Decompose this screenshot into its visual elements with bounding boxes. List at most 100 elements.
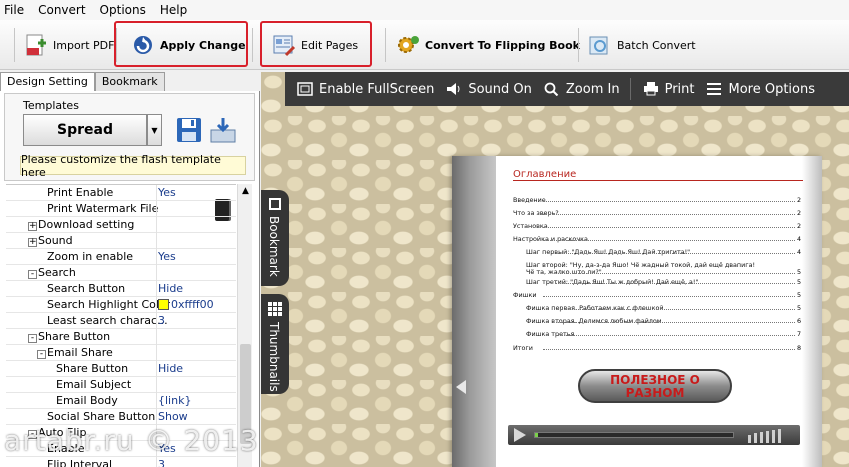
property-value[interactable]: 3 [158,314,165,327]
useful-info-button[interactable]: ПОЛЕЗНОЕ О РАЗНОМ [578,369,732,403]
property-row[interactable]: Email Subject [6,377,236,393]
sound-label: Sound On [468,81,532,97]
tray-download-icon [210,118,236,143]
batch-convert-label: Batch Convert [617,38,696,52]
toc-leader-dots [556,309,795,310]
toc-leader-dots [543,349,795,350]
property-name: Least search charac... [47,314,168,327]
property-row[interactable]: Search Highlight Color 0xffff00 [6,297,236,313]
collapse-icon[interactable]: - [28,334,37,343]
toc-entry[interactable]: Введение [513,196,546,204]
property-value[interactable]: 3 [158,458,165,467]
more-options-button[interactable]: More Options [706,82,815,97]
menu-file[interactable]: File [4,3,24,17]
tab-design-setting[interactable]: Design Setting [0,72,95,91]
toc-page-number: 2 [797,222,802,230]
save-template-button[interactable] [175,116,203,144]
property-value[interactable]: Show [158,410,188,423]
property-row[interactable]: - Email Share [6,345,236,361]
template-dropdown-arrow[interactable]: ▼ [147,114,162,146]
property-value[interactable]: Yes [158,250,176,263]
toc-entry[interactable]: Фишки [513,291,537,299]
toc-entry[interactable]: Настройка и раскочка [513,235,588,243]
property-row[interactable]: Zoom in enable Yes [6,249,236,265]
property-row[interactable]: +Download setting [6,217,236,233]
template-hint: Please customize the flash template here [20,153,246,179]
thumbnails-side-label: Thumbnails [267,322,281,392]
menu-convert[interactable]: Convert [38,3,85,17]
volume-bar[interactable] [754,433,757,443]
property-value[interactable]: 0xffff00 [158,298,214,311]
property-value[interactable]: Yes [158,186,176,199]
property-value[interactable]: Hide [158,282,183,295]
load-template-button[interactable] [209,116,237,144]
edit-pages-highlight [260,21,372,67]
toc-entry[interactable]: Фишка третья [526,330,574,338]
toc-page-number: 5 [797,268,802,276]
gear-convert-icon [396,33,420,57]
property-value[interactable]: Hide [158,362,183,375]
property-row[interactable]: Print Watermark File [6,201,236,217]
property-row[interactable]: Email Body {link} [6,393,236,409]
property-row[interactable]: Flip Interval 3 [6,457,236,467]
bookmark-side-tab[interactable]: Bookmark [261,190,289,286]
previous-page-arrow[interactable] [456,380,466,394]
collapse-icon[interactable]: - [28,270,37,279]
property-label: Search Button [47,282,126,295]
toc-entry[interactable]: Шаг первый: "Дадь Яш! Дадь Яш! Дай триги… [526,248,690,256]
property-row[interactable]: - Search [6,265,236,281]
menu-help[interactable]: Help [160,3,187,17]
tab-bookmark[interactable]: Bookmark [94,72,165,91]
volume-bar[interactable] [766,431,769,443]
toc-page-number: 2 [797,209,802,217]
batch-convert-button[interactable]: Batch Convert [588,20,696,70]
collapse-icon[interactable]: - [37,350,46,359]
toc-entry[interactable]: Установка [513,222,548,230]
print-button[interactable]: Print [643,82,694,97]
expand-icon[interactable]: + [28,222,37,231]
volume-bar[interactable] [748,435,751,443]
volume-bar[interactable] [778,429,781,443]
property-row[interactable]: +Sound [6,233,236,249]
column-divider [156,313,157,329]
property-row[interactable]: Share Button Hide [6,361,236,377]
import-pdf-icon [24,33,48,57]
toc-entry[interactable]: Шаг третий: "Дадь Яш! Ты ж добрый! Дай е… [526,278,698,286]
property-row[interactable]: Least search charac... 3 [6,313,236,329]
fullscreen-icon [297,82,313,96]
thumbnails-side-tab[interactable]: Thumbnails [261,294,289,394]
zoom-button[interactable]: Zoom In [544,82,620,97]
volume-bar[interactable] [772,430,775,443]
toc-entry[interactable]: Чё та, жалко што ли?" [526,268,602,276]
expand-icon[interactable]: + [28,238,37,247]
property-value-text: {link} [158,394,192,407]
sound-button[interactable]: Sound On [446,82,532,97]
flipbook-preview: Enable FullScreen Sound On Zoom In Print… [261,72,849,467]
property-name: Print Watermark File [47,202,158,215]
menu-options[interactable]: Options [100,3,146,17]
convert-button[interactable]: Convert To Flipping Book [396,20,580,70]
color-swatch[interactable] [158,299,169,310]
templates-label: Templates [23,99,79,112]
toc-entry[interactable]: Фишка вторая. Делимся любым файлом. [526,317,664,325]
toc-entry[interactable]: Фишка первая. Работаем как с флешкой. [526,304,666,312]
toc-entry[interactable]: Что за зверь? [513,209,559,217]
scroll-up-arrow[interactable]: ▲ [238,184,253,199]
property-row[interactable]: - Share Button [6,329,236,345]
audio-progress-track[interactable] [534,432,734,438]
property-row[interactable]: Social Share Button Show [6,409,236,425]
property-value[interactable]: {link} [158,394,191,407]
play-icon[interactable] [514,428,526,442]
design-setting-panel: Templates Spread ▼ Please customize the … [0,91,260,467]
volume-bar[interactable] [760,432,763,443]
property-row[interactable]: Search Button Hide [6,281,236,297]
fullscreen-button[interactable]: Enable FullScreen [297,82,434,97]
property-row[interactable]: Print Enable Yes [6,185,236,201]
template-select-button[interactable]: Spread [23,114,229,221]
property-name: Flip Interval [47,458,112,467]
toc-entry[interactable]: Итоги [513,344,533,352]
import-pdf-button[interactable]: Import PDF [24,20,114,70]
column-divider [156,457,157,467]
toc-page-number: 6 [797,317,802,325]
property-name: - Share Button [28,330,110,343]
